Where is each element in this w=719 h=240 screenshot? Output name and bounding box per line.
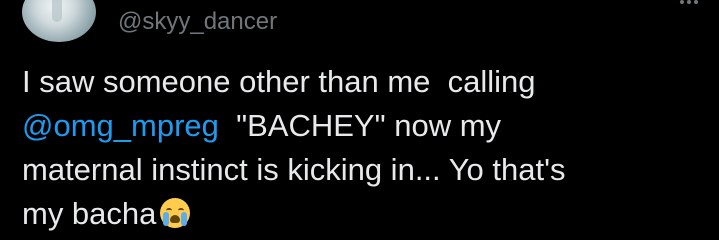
dot [694, 0, 698, 4]
user-handle[interactable]: @skyy_dancer [118, 8, 277, 36]
avatar[interactable] [22, 0, 96, 42]
avatar-figure [52, 0, 62, 22]
tweet-text: I saw someone other than me calling @omg… [22, 60, 712, 236]
dot [680, 0, 684, 4]
tweet-text-part1: I saw someone other than me calling [22, 64, 536, 99]
dot [687, 0, 691, 4]
more-options-icon[interactable] [676, 0, 702, 12]
loudly-crying-face-icon [160, 198, 191, 228]
mention-link[interactable]: @omg_mpreg [22, 108, 219, 143]
